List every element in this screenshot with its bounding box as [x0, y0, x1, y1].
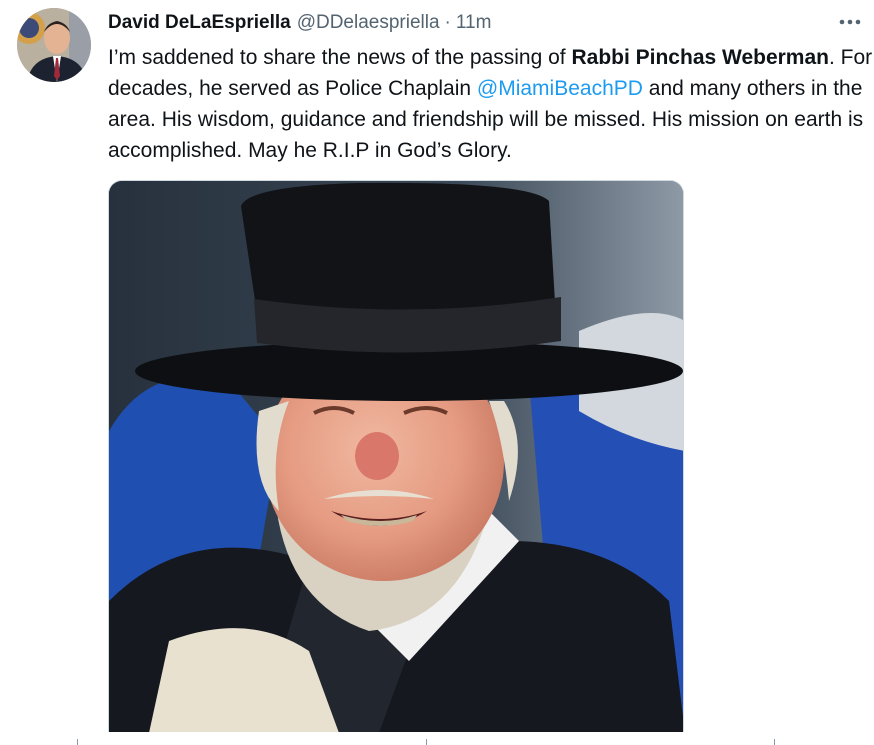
tweet[interactable]: David DeLaEspriella @DDelaespriella · 11… [0, 0, 874, 745]
tweet-photo[interactable] [108, 180, 684, 732]
divider-tick [774, 739, 775, 745]
tweet-text: I’m saddened to share the news of the pa… [108, 42, 874, 166]
timestamp[interactable]: 11m [456, 12, 492, 34]
more-icon[interactable] [835, 12, 865, 32]
separator: · [444, 12, 451, 33]
tweet-text-bold: Rabbi Pinchas Weberman [571, 46, 829, 69]
author-name[interactable]: David DeLaEspriella [108, 12, 291, 34]
author-handle[interactable]: @DDelaespriella [297, 12, 440, 34]
mention-link[interactable]: @MiamiBeachPD [477, 77, 643, 100]
divider-tick [426, 739, 427, 745]
avatar[interactable] [17, 8, 91, 82]
divider-tick [77, 739, 78, 745]
tweet-text-part-1: I’m saddened to share the news of the pa… [108, 46, 572, 69]
tweet-header: David DeLaEspriella @DDelaespriella · 11… [108, 11, 874, 35]
